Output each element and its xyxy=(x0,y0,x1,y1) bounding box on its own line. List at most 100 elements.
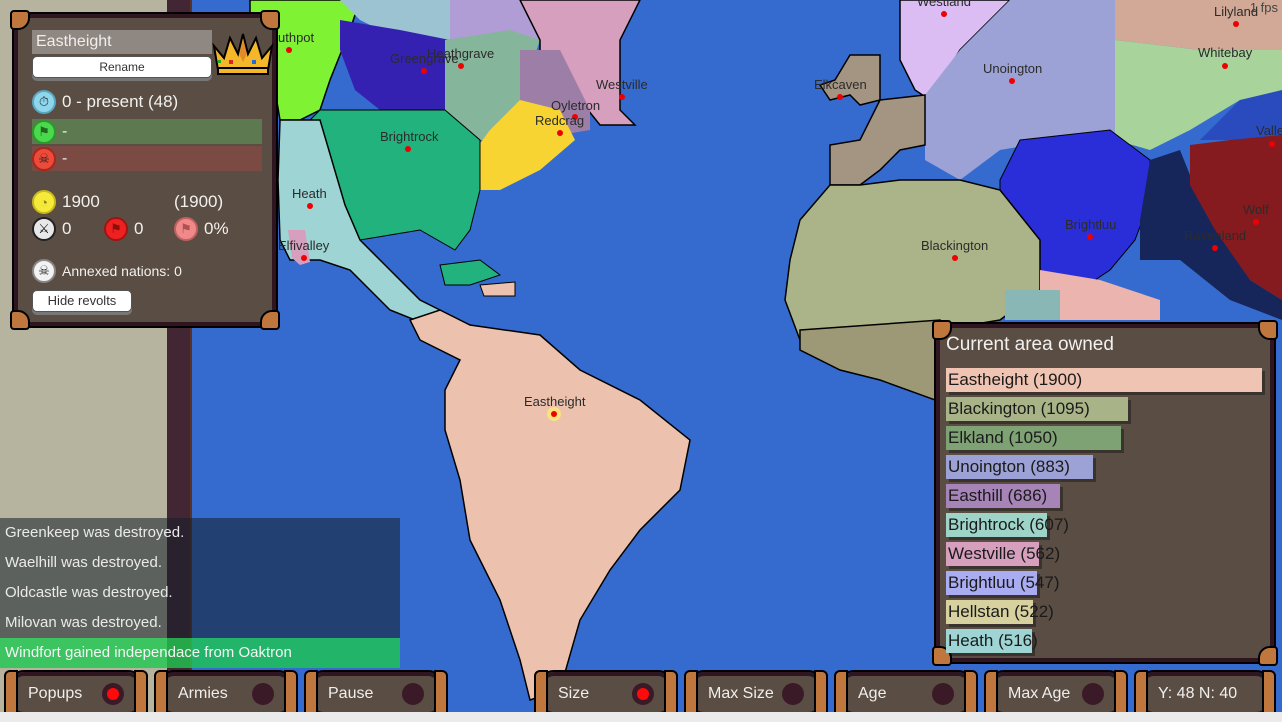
map-label-westland: Westland xyxy=(917,0,971,9)
city-marker xyxy=(458,63,464,69)
revolt-percent-row: ⚑ 0% xyxy=(174,217,229,241)
log-item: Waelhill was destroyed. xyxy=(0,548,400,578)
area-bar-label: Brightluu (547) xyxy=(948,573,1060,592)
map-label-westville: Westville xyxy=(596,77,648,92)
map-label-redcrag: Redcrag xyxy=(535,113,584,128)
toolbar-button-pause[interactable]: Pause xyxy=(304,670,448,718)
area-row: Brightluu (547) xyxy=(946,571,1264,595)
map-label-elfivalley: Elfivalley xyxy=(278,238,330,253)
city-marker xyxy=(1009,78,1015,84)
toolbar-button-y-48-n-40[interactable]: Y: 48 N: 40 xyxy=(1134,670,1276,718)
toolbar-button-label: Armies xyxy=(178,685,228,702)
city-marker xyxy=(551,411,557,417)
enemies-row: ☠ - xyxy=(32,146,262,171)
map-label-eastheight: Eastheight xyxy=(524,394,586,409)
skull-icon: ☠ xyxy=(32,146,56,171)
allies-value: - xyxy=(62,122,68,140)
revolts-row: ⚑ 0 xyxy=(104,217,143,241)
button-cap xyxy=(304,670,318,718)
fps-counter: 1 fps xyxy=(1249,0,1278,15)
hide-revolts-button[interactable]: Hide revolts xyxy=(32,290,132,312)
skull-icon: ☠ xyxy=(32,259,56,283)
city-marker xyxy=(952,255,958,261)
city-marker xyxy=(619,94,625,100)
battles-value: 0 xyxy=(62,219,72,238)
revolt-percent-value: 0% xyxy=(204,219,229,238)
map-label-whitebay: Whitebay xyxy=(1198,45,1253,60)
button-cap xyxy=(1262,670,1276,718)
region-teal-asia[interactable] xyxy=(1005,290,1060,320)
crossed-swords-icon: ⚔ xyxy=(32,217,56,241)
stopwatch-icon: ⏱ xyxy=(32,90,56,114)
area-bar-label: Eastheight (1900) xyxy=(948,370,1083,389)
toolbar-button-armies[interactable]: Armies xyxy=(154,670,298,718)
button-cap xyxy=(154,670,168,718)
map-label-brightluu: Brightluu xyxy=(1065,217,1116,232)
toolbar-button-max-age[interactable]: Max Age xyxy=(984,670,1128,718)
bottom-strip xyxy=(0,712,1282,722)
map-label-elkcaven: Elkcaven xyxy=(814,77,867,92)
toolbar-button-popups[interactable]: Popups xyxy=(4,670,148,718)
toolbar-button-age[interactable]: Age xyxy=(834,670,978,718)
lifespan-value: 0 - present (48) xyxy=(62,92,179,111)
map-label-valle: Valle xyxy=(1256,123,1282,138)
button-cap xyxy=(1134,670,1148,718)
map-label-southpot: uthpot xyxy=(278,30,315,45)
panel-corner xyxy=(1258,320,1278,340)
crown-icon xyxy=(212,33,274,75)
map-label-brightrock: Brightrock xyxy=(380,129,439,144)
region-eastheight-islands[interactable] xyxy=(479,281,516,297)
toolbar-button-size[interactable]: Size xyxy=(534,670,678,718)
city-marker xyxy=(307,203,313,209)
toolbar-button-label: Popups xyxy=(28,685,83,702)
map-label-ravenland: Ravenland xyxy=(1184,228,1246,243)
allies-row: ⚑ - xyxy=(32,119,262,144)
button-cap xyxy=(684,670,698,718)
map-label-heathgrave: Heathgrave xyxy=(427,46,494,61)
toggle-indicator-icon xyxy=(252,683,274,705)
area-bar-label: Easthill (686) xyxy=(948,486,1048,505)
area-row: Unoington (883) xyxy=(946,455,1264,479)
city-marker xyxy=(1212,245,1218,251)
toolbar-button-max-size[interactable]: Max Size xyxy=(684,670,828,718)
button-cap xyxy=(534,670,548,718)
pink-flag-icon: ⚑ xyxy=(174,217,198,241)
button-cap xyxy=(1114,670,1128,718)
revolts-value: 0 xyxy=(134,219,144,238)
area-row: Brightrock (607) xyxy=(946,513,1264,537)
area-owned-panel: Current area owned Eastheight (1900) Blac… xyxy=(932,320,1278,666)
toggle-indicator-icon xyxy=(932,683,954,705)
area-row: ◔ 1900 xyxy=(32,190,100,214)
toolbar-button-label: Y: 48 N: 40 xyxy=(1158,685,1238,702)
annexed-value: Annexed nations: 0 xyxy=(62,263,182,279)
button-cap xyxy=(4,670,18,718)
panel-corner xyxy=(10,10,30,30)
log-item: Greenkeep was destroyed. xyxy=(0,518,400,548)
map-label-oyletron: Oyletron xyxy=(551,98,600,113)
area-bar-label: Brightrock (607) xyxy=(948,515,1069,534)
nation-info-panel: Eastheight Rename ⏱ 0 - present (48) ⚑ -… xyxy=(10,10,280,330)
button-cap xyxy=(664,670,678,718)
area-bar-label: Hellstan (522) xyxy=(948,602,1054,621)
green-flag-icon: ⚑ xyxy=(32,119,56,144)
area-bar-label: Blackington (1095) xyxy=(948,399,1090,418)
max-area-row: (1900) xyxy=(174,192,223,212)
city-marker xyxy=(557,130,563,136)
city-marker xyxy=(1087,234,1093,240)
area-row: Easthill (686) xyxy=(946,484,1264,508)
toggle-indicator-icon xyxy=(1082,683,1104,705)
city-marker xyxy=(837,94,843,100)
toggle-indicator-icon xyxy=(402,683,424,705)
map-label-wolf: Wolf xyxy=(1243,202,1269,217)
button-cap xyxy=(284,670,298,718)
map-label-blackington: Blackington xyxy=(921,238,988,253)
rename-button[interactable]: Rename xyxy=(32,56,212,78)
city-marker xyxy=(405,146,411,152)
area-row: Blackington (1095) xyxy=(946,397,1264,421)
button-cap xyxy=(134,670,148,718)
pie-chart-icon: ◔ xyxy=(32,190,56,214)
area-row: Hellstan (522) xyxy=(946,600,1264,624)
nation-name-input[interactable]: Eastheight xyxy=(32,30,212,54)
city-marker xyxy=(286,47,292,53)
area-bar-label: Westville (562) xyxy=(948,544,1061,563)
